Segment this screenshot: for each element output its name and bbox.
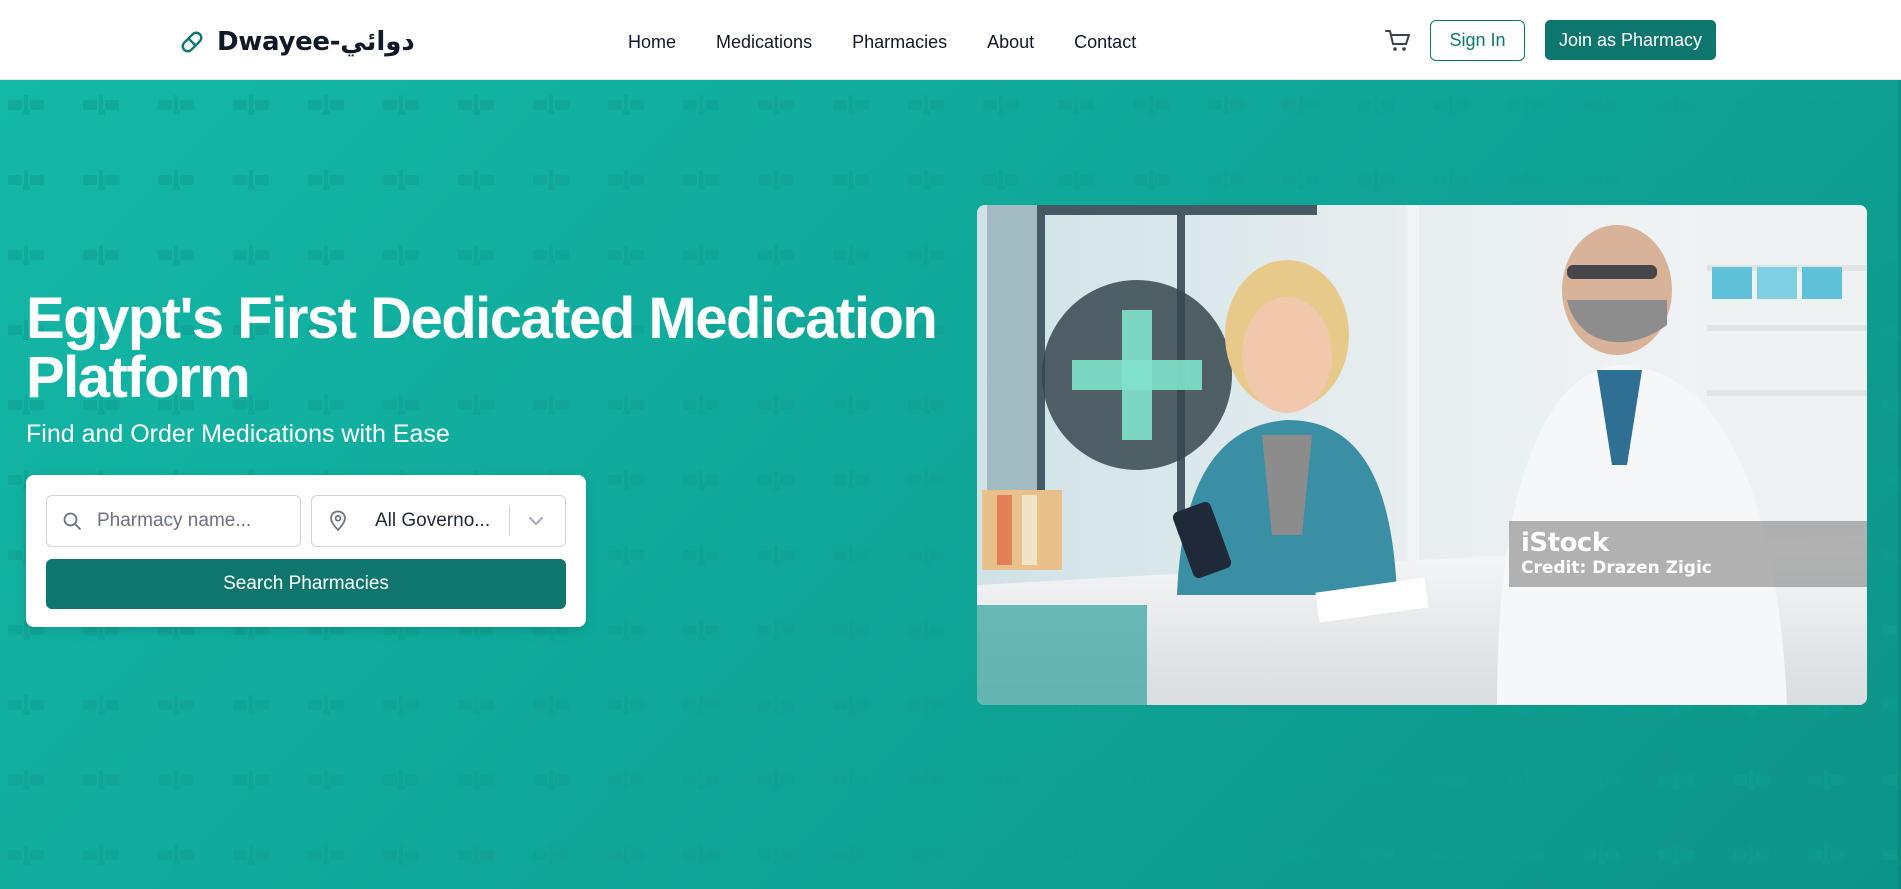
nav-medications[interactable]: Medications [716, 27, 812, 57]
brand-name: Dwayee-دوائي [217, 27, 415, 57]
nav-pharmacies[interactable]: Pharmacies [852, 27, 947, 57]
search-icon [47, 511, 97, 531]
hero-subtitle: Find and Order Medications with Ease [26, 420, 450, 448]
nav-home[interactable]: Home [628, 27, 676, 57]
sign-in-button[interactable]: Sign In [1430, 20, 1525, 61]
pill-icon [177, 27, 207, 57]
location-pin-icon [312, 510, 364, 532]
join-as-pharmacy-button[interactable]: Join as Pharmacy [1545, 20, 1716, 60]
chevron-down-icon[interactable] [510, 516, 562, 526]
governorate-value: All Governo... [375, 510, 491, 531]
pharmacy-name-field[interactable] [46, 495, 301, 547]
governorate-select[interactable]: All Governo... [311, 495, 566, 547]
search-pharmacies-button[interactable]: Search Pharmacies [46, 559, 566, 609]
main-nav: Home Medications Pharmacies About Contac… [628, 27, 1136, 57]
brand-logo[interactable]: Dwayee-دوائي [177, 25, 415, 59]
pharmacy-search-card: All Governo... Search Pharmacies [26, 475, 586, 627]
cart-icon[interactable] [1384, 27, 1412, 55]
hero-title: Egypt's First Dedicated Medication Platf… [26, 286, 938, 410]
pharmacy-scene-illustration [977, 205, 1867, 705]
hero-pharmacy-image: iStock Credit: Drazen Zigic [977, 205, 1867, 705]
image-credit-text: Credit: Drazen Zigic [1521, 558, 1712, 578]
nav-about[interactable]: About [987, 27, 1034, 57]
site-header: Dwayee-دوائي Home Medications Pharmacies… [0, 0, 1901, 80]
istock-logo: iStock [1521, 528, 1609, 558]
pharmacy-name-input[interactable] [97, 510, 287, 532]
nav-contact[interactable]: Contact [1074, 27, 1136, 57]
image-credit-overlay: iStock Credit: Drazen Zigic [1509, 521, 1867, 587]
